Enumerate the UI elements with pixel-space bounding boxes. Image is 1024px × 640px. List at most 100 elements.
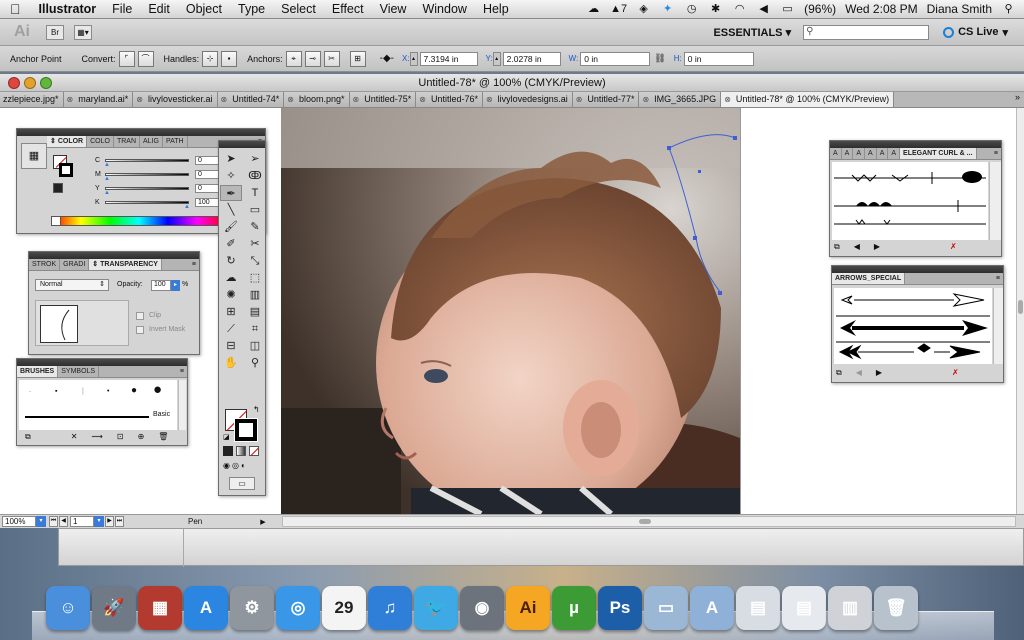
horizontal-scrollbar[interactable] (282, 516, 1016, 527)
background-window[interactable] (58, 528, 1024, 567)
slider-thumb-icon[interactable]: ▲ (104, 190, 110, 196)
artboard-tool-icon[interactable]: ◫ (244, 338, 266, 354)
none-mode-button[interactable] (249, 446, 259, 456)
dock-system-preferences-icon[interactable]: ⚙ (230, 586, 274, 630)
document-tab[interactable]: ⊗ Untitled-77* (572, 92, 640, 107)
eyedropper-tool-icon[interactable]: ⟋ (220, 321, 242, 337)
brushes-scrollbar[interactable] (178, 380, 186, 430)
next-library-icon[interactable]: ▶ (874, 242, 880, 252)
cut-path-button[interactable]: ✂ (323, 50, 340, 67)
panel-drag-bar[interactable] (219, 141, 265, 148)
bridge-button[interactable]: Br (46, 24, 64, 40)
x-stepper[interactable]: ▴ (409, 51, 418, 66)
dock-document-stack-icon[interactable]: ▥ (828, 586, 872, 630)
collapsed-tab-2[interactable]: A (842, 148, 854, 159)
menu-file[interactable]: File (104, 2, 140, 16)
brush-dot-3[interactable]: | (82, 388, 84, 395)
menu-select[interactable]: Select (273, 2, 324, 16)
dock-safari-icon[interactable]: ◎ (276, 586, 320, 630)
tab-align[interactable]: ALIG (140, 136, 163, 147)
direct-select-tool-icon[interactable]: ➢ (244, 151, 266, 167)
tools-panel[interactable]: ➤ ➢ ✧ ↂ ✒ T ╲ ▭ 🖌 ✎ ✐ ✂ ↻ ⤡ ☁ ⬚ ✺ ▥ ⊞ ▤ ⟋ ⌗ ⊟ ◫ ✋ ⚲ ↰ ◪ ◉ ◎ ◐ ▭ (218, 140, 266, 496)
remove-brush-icon[interactable]: ✗ (950, 242, 957, 252)
remove-stroke-icon[interactable]: ✕ (71, 432, 78, 444)
blend-tool-icon[interactable]: ⌗ (244, 321, 266, 337)
brush-libraries-icon[interactable]: ⧉ (834, 242, 840, 252)
tab-transform[interactable]: TRAN (114, 136, 140, 147)
dock-screenshot-1-icon[interactable]: ▤ (736, 586, 780, 630)
first-artboard-button[interactable]: ⏮ (49, 516, 58, 527)
brush-dot-6[interactable]: ● (153, 381, 162, 398)
slider-thumb-icon[interactable]: ▲ (104, 162, 110, 168)
collapsed-tab-3[interactable]: A (853, 148, 866, 159)
spectrum-none-swatch[interactable] (51, 216, 61, 226)
draw-behind-icon[interactable]: ◎ (232, 461, 239, 470)
blob-brush-tool-icon[interactable]: ✐ (220, 236, 242, 252)
paintbrush-tool-icon[interactable]: 🖌 (220, 219, 242, 235)
convert-smooth-button[interactable]: ⌒ (137, 50, 154, 67)
volume-icon[interactable]: ◀ (756, 3, 771, 15)
panel-drag-bar[interactable] (29, 252, 199, 259)
close-tab-icon[interactable]: ⊗ (136, 92, 143, 107)
tools-stroke-swatch[interactable] (234, 418, 258, 442)
bluetooth-icon[interactable]: ✱ (708, 3, 723, 15)
spotlight-icon[interactable]: ⚲ (1001, 3, 1016, 15)
current-tool-status[interactable]: Pen (188, 517, 202, 526)
artboard-field[interactable]: 1 (70, 516, 94, 527)
dock-launchpad-icon[interactable]: 🚀 (92, 586, 136, 630)
panel-drag-bar[interactable] (832, 266, 1003, 273)
close-tab-icon[interactable]: ⊗ (486, 92, 493, 107)
zoom-dropdown-arrow[interactable]: ▾ (36, 516, 46, 527)
h-field[interactable]: 0 in (683, 51, 754, 66)
panel-menu-icon[interactable]: ≡ (991, 148, 1001, 159)
tab-brushes[interactable]: BRUSHES (17, 366, 59, 377)
curl-panel-scrollbar[interactable] (989, 162, 1001, 240)
tab-arrows-special[interactable]: ARROWS_SPECIAL (832, 273, 906, 284)
dock-itunes-icon[interactable]: ♫ (368, 586, 412, 630)
menu-edit[interactable]: Edit (140, 2, 178, 16)
cloud-icon[interactable]: ☁ (586, 3, 601, 15)
rectangle-tool-icon[interactable]: ▭ (244, 202, 266, 218)
dock-app-store-icon[interactable]: A (184, 586, 228, 630)
basic-brush-stroke[interactable] (25, 416, 149, 418)
tab-gradient[interactable]: GRADI (60, 259, 90, 270)
document-tab[interactable]: ⊗ maryland.ai* (63, 92, 134, 107)
column-graph-tool-icon[interactable]: ▥ (244, 287, 266, 303)
channel-slider[interactable]: ▲ (104, 187, 189, 196)
transparency-panel[interactable]: STROK GRADI ⇕ TRANSPARENCY ≡ Normal ⇕ Opa… (28, 251, 200, 355)
opacity-dropdown-arrow[interactable]: ▸ (171, 280, 180, 291)
delete-brush-icon[interactable]: 🗑 (158, 432, 168, 444)
dock-utorrent-icon[interactable]: µ (552, 586, 596, 630)
close-tab-icon[interactable]: ⊗ (642, 92, 649, 107)
brush-libraries-icon[interactable]: ⧉ (836, 368, 842, 378)
artboard-dropdown-arrow[interactable]: ▾ (94, 516, 104, 527)
free-transform-tool-icon[interactable]: ⬚ (244, 270, 266, 286)
opacity-field[interactable]: 100 (151, 280, 171, 291)
panel-menu-icon[interactable]: ≡ (993, 273, 1003, 284)
arrange-documents-button[interactable]: ▦▾ (74, 24, 92, 40)
color-spectrum[interactable] (51, 216, 227, 226)
eraser-tool-icon[interactable]: ✂ (244, 236, 266, 252)
show-handles-button[interactable]: ⊹ (202, 50, 219, 67)
magic-wand-tool-icon[interactable]: ✧ (220, 168, 242, 184)
slice-tool-icon[interactable]: ⊟ (220, 338, 242, 354)
document-tab[interactable]: zzlepiece.jpg* (0, 92, 64, 107)
adobe-updater-icon[interactable]: ▲7 (610, 3, 627, 15)
vertical-scrollbar[interactable] (1016, 108, 1024, 514)
color-mode-button[interactable] (223, 446, 233, 456)
panel-drag-bar[interactable] (17, 359, 187, 366)
options-selected-icon[interactable]: ⊡ (117, 432, 124, 444)
collapsed-tab-4[interactable]: A (865, 148, 877, 159)
panel-menu-icon[interactable]: ≡ (189, 259, 199, 270)
tab-color[interactable]: ⇕ COLOR (47, 136, 88, 147)
status-menu-arrow[interactable]: ▶ (260, 518, 265, 526)
collapsed-tab-5[interactable]: A (877, 148, 889, 159)
gradient-mode-button[interactable] (236, 446, 246, 456)
hand-tool-icon[interactable]: ✋ (220, 355, 242, 371)
workspace-switcher[interactable]: ESSENTIALS ▾ (713, 26, 791, 39)
blend-mode-select[interactable]: Normal ⇕ (35, 279, 109, 291)
menu-help[interactable]: Help (475, 2, 517, 16)
window-zoom-button[interactable] (40, 77, 52, 89)
document-tab[interactable]: ⊗ Untitled-75* (349, 92, 417, 107)
panel-drag-bar[interactable] (830, 141, 1001, 148)
